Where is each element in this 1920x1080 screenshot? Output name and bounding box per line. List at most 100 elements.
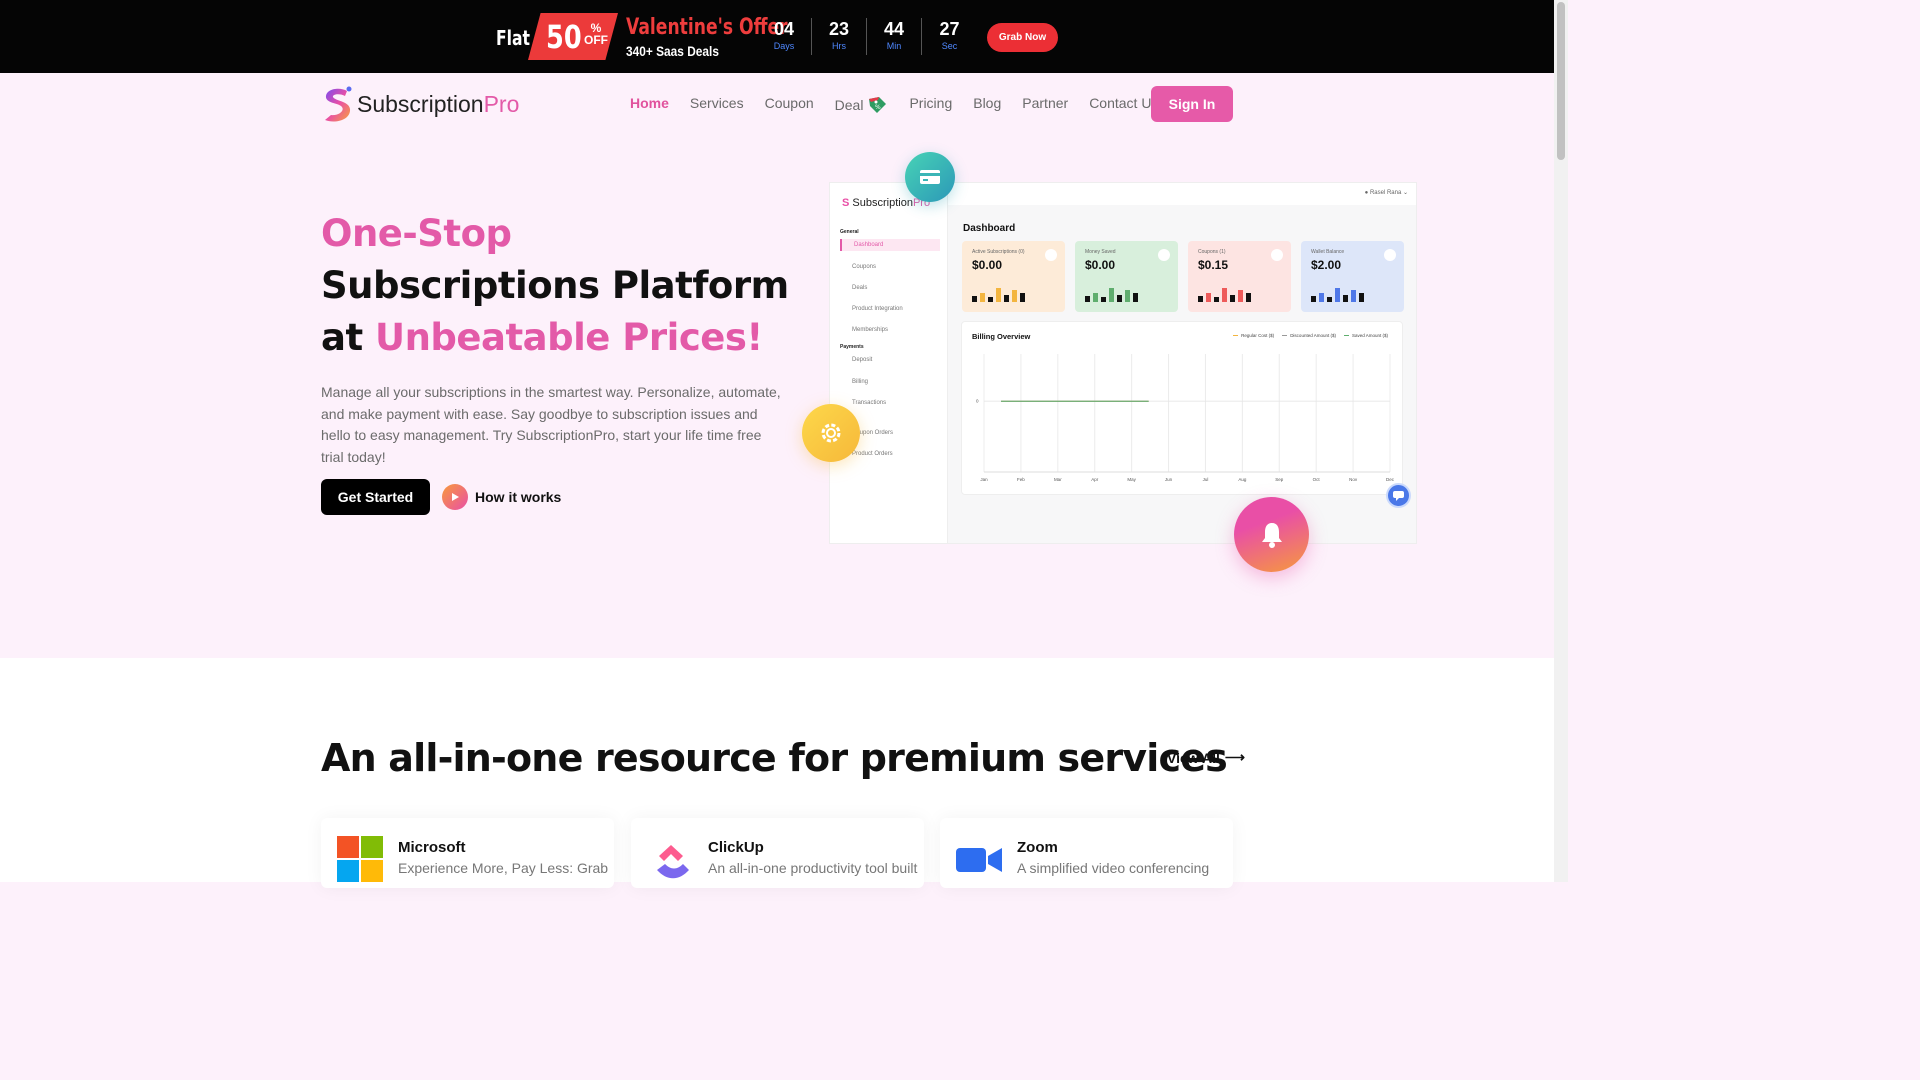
play-icon bbox=[442, 484, 468, 510]
bell-float-icon bbox=[1234, 497, 1309, 572]
nav-coupon[interactable]: Coupon bbox=[765, 95, 814, 115]
sidebar-item-memberships[interactable]: Memberships bbox=[840, 324, 940, 336]
mini-bar bbox=[1319, 293, 1324, 302]
stat-card-coupons: Coupons (1) $0.15 bbox=[1188, 241, 1291, 312]
stat-card-money-saved: Money Saved $0.00 bbox=[1075, 241, 1178, 312]
service-card-zoom[interactable]: Zoom A simplified video conferencing bbox=[940, 818, 1233, 888]
scrollbar-thumb[interactable] bbox=[1557, 2, 1565, 160]
service-card-microsoft[interactable]: Microsoft Experience More, Pay Less: Gra… bbox=[321, 818, 614, 888]
main-nav: Home Services Coupon Deal % Pricing Blog… bbox=[630, 95, 1158, 115]
mini-bar bbox=[1311, 296, 1316, 302]
card-mini-chart bbox=[1311, 286, 1364, 302]
deal-tag-icon: % bbox=[869, 97, 887, 113]
sidebar-item-billing[interactable]: Billing bbox=[840, 376, 940, 388]
sidebar-item-product-orders[interactable]: Product Orders bbox=[840, 448, 940, 460]
stat-card-wallet-balance: Wallet Balance $2.00 bbox=[1301, 241, 1404, 312]
mini-bar bbox=[1238, 290, 1243, 302]
card-icon bbox=[1158, 249, 1170, 261]
service-card-clickup[interactable]: ClickUp An all-in-one productivity tool … bbox=[631, 818, 924, 888]
mini-bar bbox=[972, 296, 977, 302]
mini-bar bbox=[1093, 293, 1098, 302]
dashboard-preview: ● Rasel Rana ⌄ S SubscriptionPro General… bbox=[829, 182, 1417, 544]
how-it-works-label: How it works bbox=[475, 489, 562, 505]
mini-bar bbox=[1230, 294, 1235, 302]
nav-contact[interactable]: Contact Us bbox=[1089, 95, 1158, 115]
x-tick-label: Mar bbox=[1054, 477, 1062, 482]
card-icon bbox=[1045, 249, 1057, 261]
nav-partner[interactable]: Partner bbox=[1022, 95, 1068, 115]
sidebar-item-deposit[interactable]: Deposit bbox=[840, 354, 940, 366]
sidebar-item-transactions[interactable]: Transactions bbox=[840, 397, 940, 409]
mini-bar bbox=[1214, 297, 1219, 302]
x-tick-label: Jul bbox=[1203, 477, 1209, 482]
mini-bar bbox=[1206, 293, 1211, 302]
sidebar-section-general: General bbox=[840, 229, 859, 235]
sidebar-item-deals[interactable]: Deals bbox=[840, 282, 940, 294]
get-started-button[interactable]: Get Started bbox=[321, 479, 430, 515]
x-tick-label: May bbox=[1127, 477, 1136, 482]
how-it-works-link[interactable]: How it works bbox=[442, 484, 561, 510]
billing-overview-panel: Billing Overview Regular Cost ($) Discou… bbox=[961, 321, 1403, 495]
mini-bar bbox=[1101, 297, 1106, 302]
card-mini-chart bbox=[1085, 286, 1138, 302]
sidebar-item-coupons[interactable]: Coupons bbox=[840, 261, 940, 273]
sidebar-item-dashboard[interactable]: Dashboard bbox=[840, 239, 940, 251]
mini-bar bbox=[1012, 290, 1017, 302]
countdown-days: 04 Days bbox=[757, 18, 812, 55]
credit-card-float-icon bbox=[905, 152, 955, 202]
dashboard-title: Dashboard bbox=[963, 223, 1016, 234]
nav-blog[interactable]: Blog bbox=[973, 95, 1001, 115]
logo-icon bbox=[321, 85, 353, 123]
mini-bar bbox=[996, 287, 1001, 302]
dashboard-sidebar: S SubscriptionPro General Dashboard Coup… bbox=[830, 183, 948, 543]
mini-bar bbox=[1133, 293, 1138, 302]
x-tick-label: Feb bbox=[1017, 477, 1025, 482]
microsoft-logo-icon bbox=[337, 836, 383, 882]
x-tick-label: Aug bbox=[1238, 477, 1247, 482]
dashboard-user: ● Rasel Rana ⌄ bbox=[1364, 190, 1408, 196]
x-tick-label: Jan bbox=[980, 477, 988, 482]
gear-float-icon bbox=[802, 404, 860, 462]
sign-in-button[interactable]: Sign In bbox=[1151, 86, 1233, 122]
x-tick-label: Oct bbox=[1313, 477, 1321, 482]
countdown-seconds: 27 Sec bbox=[939, 19, 960, 51]
nav-deal[interactable]: Deal % bbox=[835, 95, 889, 115]
grab-now-button[interactable]: Grab Now bbox=[987, 23, 1058, 52]
resources-title: An all-in-one resource for premium servi… bbox=[321, 736, 1228, 780]
hero-description: Manage all your subscriptions in the sma… bbox=[321, 384, 781, 465]
card-mini-chart bbox=[972, 286, 1025, 302]
sidebar-section-payments: Payments bbox=[840, 344, 864, 350]
promo-subtitle: 340+ Saas Deals bbox=[626, 43, 719, 59]
chat-icon[interactable] bbox=[1386, 483, 1411, 508]
mini-bar bbox=[1343, 294, 1348, 302]
mini-bar bbox=[1125, 290, 1130, 302]
mini-bar bbox=[1198, 296, 1203, 302]
site-logo[interactable]: SubscriptionPro bbox=[321, 85, 519, 123]
zoom-logo-icon bbox=[956, 848, 1002, 872]
stat-card-active-subscriptions: Active Subscriptions (0) $0.00 bbox=[962, 241, 1065, 312]
view-all-link[interactable]: View All ⟶ bbox=[1167, 749, 1245, 766]
nav-home[interactable]: Home bbox=[630, 95, 669, 115]
mini-bar bbox=[1246, 293, 1251, 302]
x-tick-label: Jun bbox=[1165, 477, 1173, 482]
mini-bar bbox=[1359, 293, 1364, 302]
hero-title: One-Stop Subscriptions Platform at Unbea… bbox=[321, 212, 789, 359]
promo-flat-text: Flat bbox=[496, 26, 530, 50]
card-icon bbox=[1384, 249, 1396, 261]
card-mini-chart bbox=[1198, 286, 1251, 302]
mini-bar bbox=[1109, 287, 1114, 302]
promo-discount-value: 50 bbox=[546, 18, 582, 56]
nav-pricing[interactable]: Pricing bbox=[909, 95, 952, 115]
y-tick-label: 0 bbox=[976, 399, 979, 404]
page-scrollbar[interactable] bbox=[1554, 0, 1568, 882]
nav-services[interactable]: Services bbox=[690, 95, 744, 115]
svg-text:%: % bbox=[875, 104, 881, 111]
x-tick-label: Dec bbox=[1386, 477, 1395, 482]
promo-percent-off: % OFF bbox=[584, 21, 608, 47]
sidebar-item-product-integration[interactable]: Product Integration bbox=[840, 303, 940, 315]
mini-bar bbox=[1222, 287, 1227, 302]
mini-bar bbox=[1004, 294, 1009, 302]
countdown-minutes: 44 Min bbox=[867, 18, 922, 55]
mini-bar bbox=[988, 297, 993, 302]
promo-bar: Flat 50 % OFF Valentine's Offer 340+ Saas… bbox=[0, 0, 1554, 73]
